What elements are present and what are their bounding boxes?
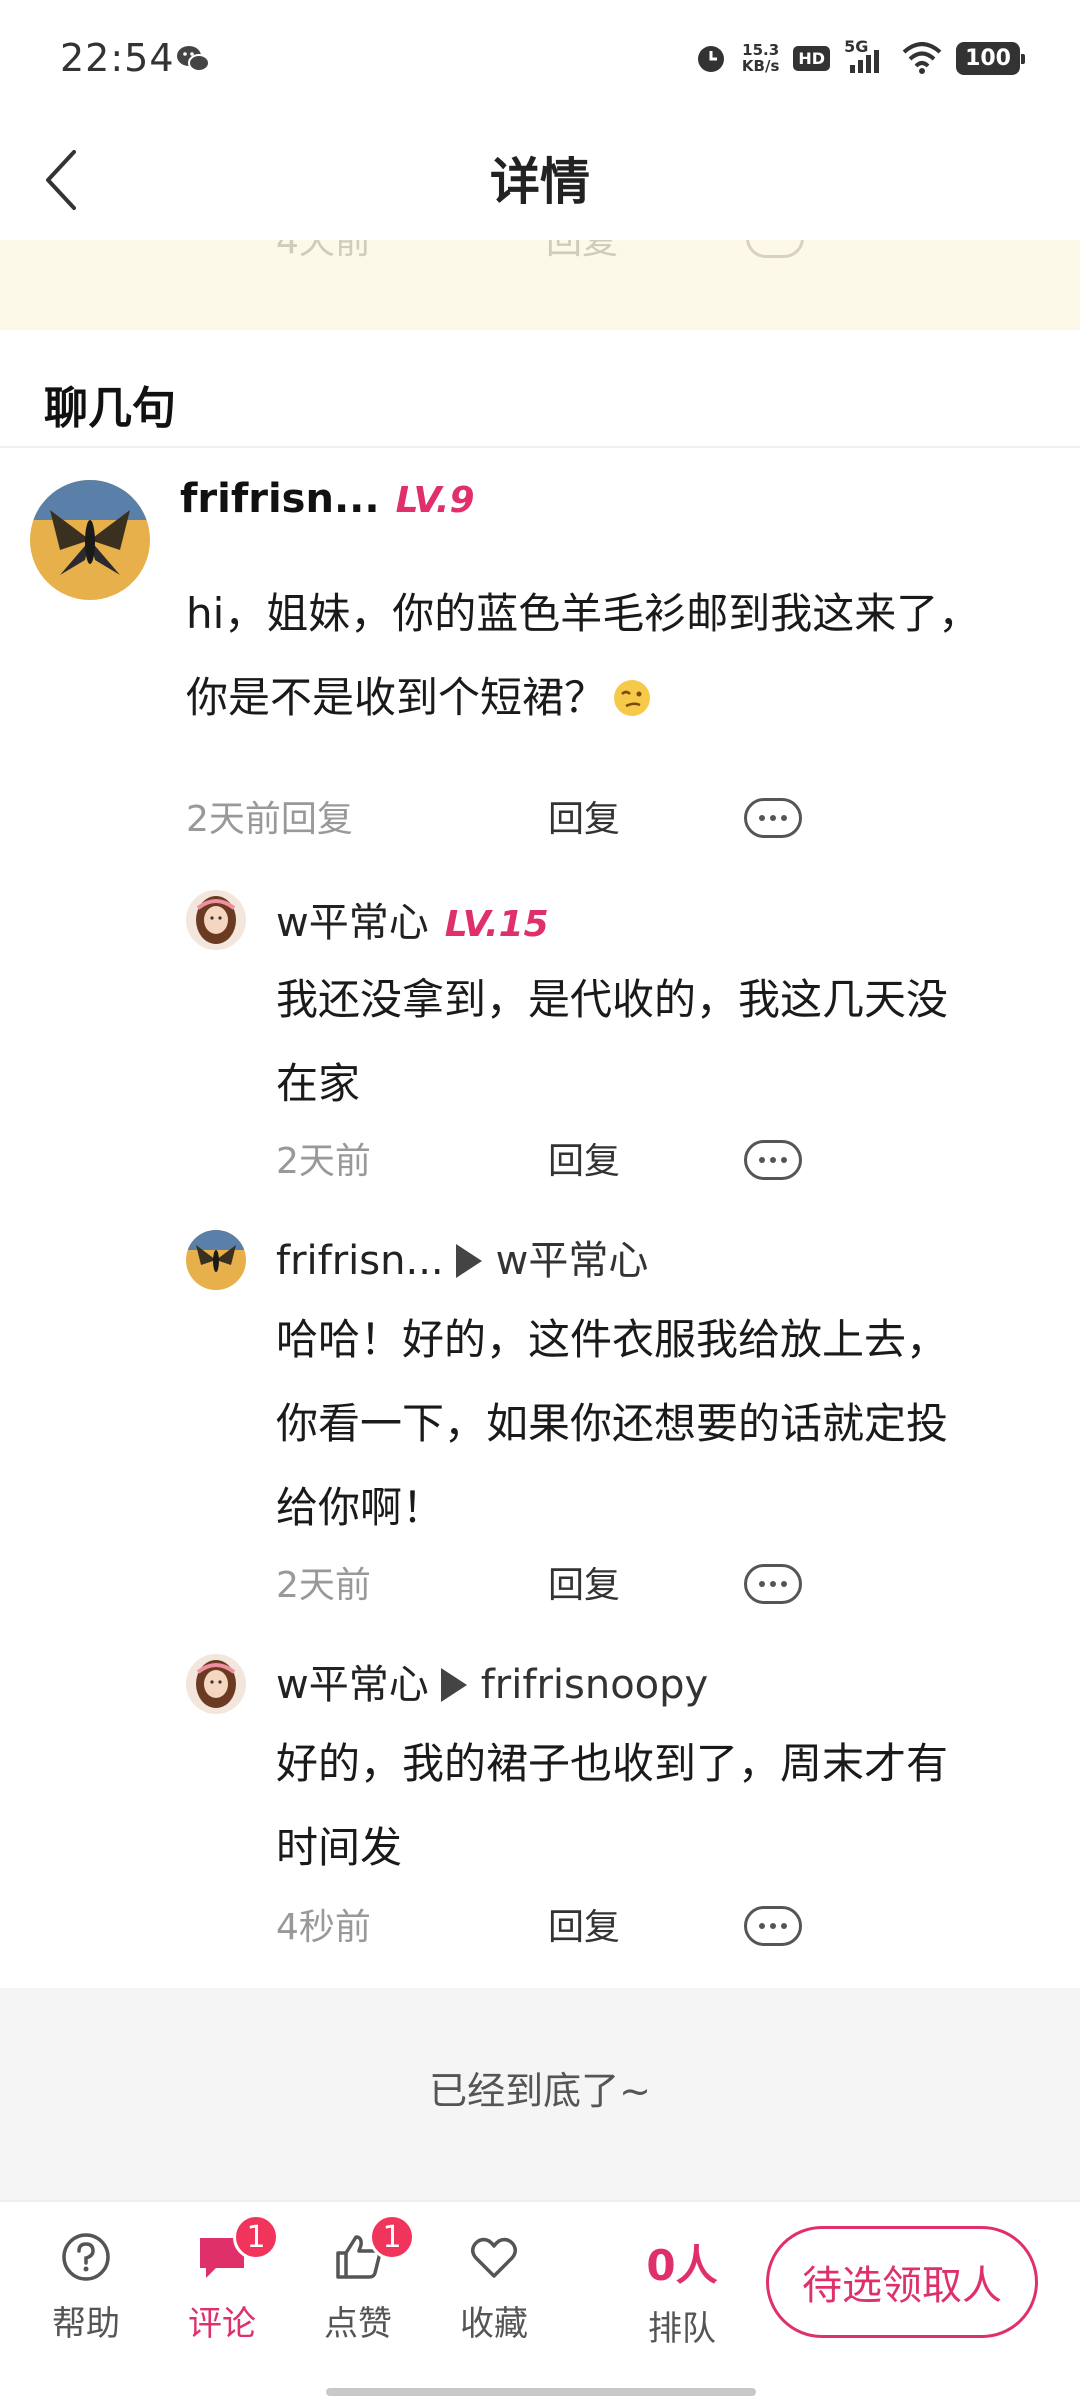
reply-meta: 2天前 回复 (276, 1132, 1080, 1192)
status-bar: 22:54 15.3 KB/s HD 5G 100 (0, 0, 1080, 120)
more-icon[interactable] (744, 1140, 802, 1180)
reply-to-user[interactable]: w平常心 (496, 1228, 649, 1286)
select-claimer-button[interactable]: 待选领取人 (766, 2226, 1038, 2338)
help-tab[interactable]: 帮助 (26, 2230, 146, 2350)
alarm-icon (697, 46, 724, 72)
more-icon[interactable] (744, 798, 802, 838)
reply-meta: 2天前 回复 (276, 1556, 1080, 1616)
end-of-list: 已经到底了~ (0, 1988, 1080, 2200)
favorite-label: 收藏 (460, 2304, 528, 2344)
comment-author[interactable]: frifrisn... (180, 476, 380, 522)
ghost-time: 4天前 (276, 240, 371, 262)
reply-text: 哈哈！好的，这件衣服我给放上去， 你看一下，如果你还想要的话就定投 给你啊！ (276, 1315, 949, 1532)
reply-author-row: w平常心 frifrisnoopy (276, 1652, 708, 1710)
divider (0, 446, 1080, 448)
like-badge: 1 (369, 2214, 415, 2260)
reply-button[interactable]: 回复 (548, 1556, 620, 1616)
wifi-icon (902, 42, 942, 74)
ghost-more-icon (746, 240, 804, 258)
status-icons: 15.3 KB/s HD 5G 100 (694, 37, 1025, 78)
avatar[interactable] (186, 1654, 246, 1714)
reply-meta: 4秒前 回复 (276, 1898, 1080, 1958)
signal-icon: 5G (844, 37, 888, 75)
wechat-icon (177, 46, 210, 72)
end-of-list-text: 已经到底了~ (429, 2069, 651, 2113)
queue-count: 0人 (646, 2241, 718, 2290)
help-label: 帮助 (52, 2304, 120, 2344)
avatar[interactable] (186, 1230, 246, 1290)
comment-meta: 2天前回复 回复 (186, 790, 1080, 850)
previous-content-strip: 4天前 回复 (0, 240, 1080, 330)
comment-badge: 1 (233, 2214, 279, 2260)
reply-author-row: frifrisn... w平常心 (276, 1228, 648, 1286)
comment-label: 评论 (188, 2304, 256, 2344)
comment-time: 2天前回复 (186, 799, 353, 840)
reply-author[interactable]: w平常心 (276, 1652, 429, 1710)
reply-author-row: w平常心 LV.15 (276, 890, 549, 948)
like-tab[interactable]: 1 点赞 (298, 2214, 418, 2350)
reply-arrow-icon (455, 1244, 482, 1278)
reply-time: 2天前 (276, 1565, 371, 1606)
reply-time: 2天前 (276, 1141, 371, 1182)
reply-text: 好的，我的裙子也收到了，周末才有 时间发 (276, 1739, 949, 1872)
home-indicator[interactable] (326, 2388, 756, 2396)
comment-text: hi，姐妹，你的蓝色羊毛衫邮到我这来了， 你是不是收到个短裙？ (186, 589, 981, 722)
question-icon (62, 2233, 110, 2281)
queue-label: 排队 (648, 2309, 716, 2349)
network-speed: 15.3 KB/s (741, 41, 780, 75)
avatar[interactable] (30, 480, 150, 600)
hd-badge: HD (793, 45, 831, 71)
reply-button[interactable]: 回复 (548, 790, 620, 850)
favorite-tab[interactable]: 收藏 (434, 2230, 554, 2350)
comment-tab[interactable]: 1 评论 (162, 2214, 282, 2350)
queue-info[interactable]: 0人 排队 (622, 2232, 742, 2350)
header: 详情 (0, 120, 1080, 240)
reply-to-user[interactable]: frifrisnoopy (481, 1662, 708, 1708)
reply-text: 我还没拿到，是代收的，我这几天没 在家 (276, 975, 949, 1108)
section-title: 聊几句 (44, 383, 176, 434)
more-icon[interactable] (744, 1564, 802, 1604)
reply-author[interactable]: frifrisn... (276, 1238, 444, 1284)
comment-author-row: frifrisn... LV.9 (180, 476, 475, 522)
reply-button[interactable]: 回复 (548, 1132, 620, 1192)
reply-arrow-icon (440, 1668, 467, 1702)
more-icon[interactable] (744, 1906, 802, 1946)
reply-button[interactable]: 回复 (548, 1898, 620, 1958)
page-title: 详情 (490, 153, 590, 211)
reply-time: 4秒前 (276, 1907, 371, 1948)
level-badge: LV.15 (444, 904, 549, 945)
emoji-icon (614, 680, 651, 716)
like-label: 点赞 (324, 2304, 392, 2344)
status-time: 22:54 (60, 36, 175, 80)
reply-author[interactable]: w平常心 (276, 890, 429, 948)
level-badge: LV.9 (395, 480, 475, 521)
battery-indicator: 100 (956, 41, 1025, 75)
heart-icon (471, 2237, 517, 2278)
bottom-action-bar: 帮助 1 评论 1 点赞 收藏 0人 排队 待选领取人 (0, 2200, 1080, 2400)
avatar[interactable] (186, 890, 246, 950)
ghost-reply: 回复 (546, 240, 619, 262)
